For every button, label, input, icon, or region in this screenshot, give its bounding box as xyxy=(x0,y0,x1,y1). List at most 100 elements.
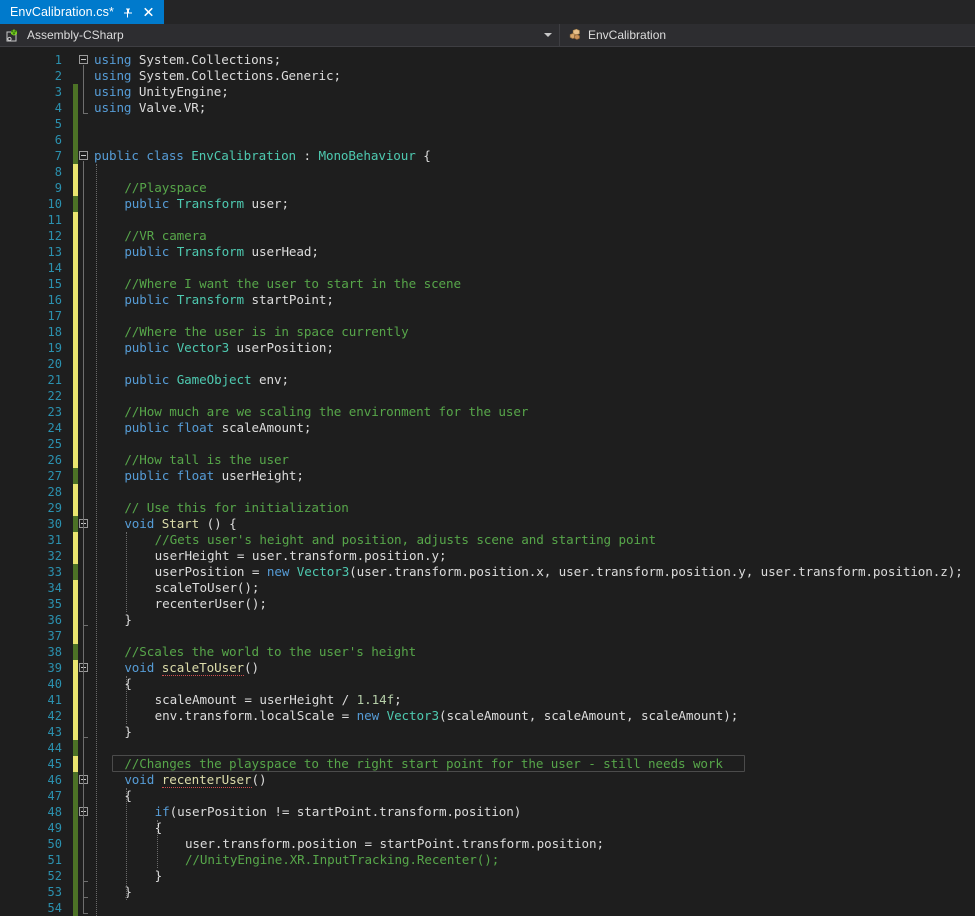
line-number: 31 xyxy=(24,532,62,548)
line-number-gutter: 1234567891011121314151617181920212223242… xyxy=(24,47,66,916)
code-token: userHead; xyxy=(244,244,319,259)
code-line[interactable]: //VR camera xyxy=(124,228,206,244)
code-token: () xyxy=(244,660,259,675)
line-number: 22 xyxy=(24,388,62,404)
type-dropdown[interactable]: EnvCalibration xyxy=(560,24,975,46)
code-line[interactable]: //How tall is the user xyxy=(124,452,289,468)
line-number: 4 xyxy=(24,100,62,116)
fold-guide-end xyxy=(83,913,88,914)
code-line[interactable]: //UnityEngine.XR.InputTracking.Recenter(… xyxy=(185,852,499,868)
code-token: } xyxy=(155,868,162,883)
code-line[interactable]: public Transform user; xyxy=(124,196,289,212)
outlining-margin[interactable] xyxy=(78,47,94,916)
code-token: startPoint; xyxy=(244,292,334,307)
line-number: 25 xyxy=(24,436,62,452)
code-line[interactable]: } xyxy=(124,612,131,628)
code-token: using xyxy=(94,68,131,83)
code-token: public class xyxy=(94,148,191,163)
code-line[interactable]: user.transform.position = startPoint.tra… xyxy=(185,836,604,852)
line-number: 2 xyxy=(24,68,62,84)
code-line[interactable]: using System.Collections; xyxy=(94,52,281,68)
line-number: 49 xyxy=(24,820,62,836)
line-number: 18 xyxy=(24,324,62,340)
code-token: userPosition; xyxy=(229,340,334,355)
code-line[interactable]: //Scales the world to the user's height xyxy=(124,644,416,660)
code-line[interactable]: userHeight = user.transform.position.y; xyxy=(155,548,447,564)
code-token: user.transform.position = startPoint.tra… xyxy=(185,836,604,851)
code-line[interactable]: public class EnvCalibration : MonoBehavi… xyxy=(94,148,431,164)
code-line[interactable]: public float scaleAmount; xyxy=(124,420,311,436)
close-icon[interactable] xyxy=(142,4,156,20)
code-line[interactable]: using UnityEngine; xyxy=(94,84,229,100)
code-token: Transform xyxy=(177,244,244,259)
code-token: env; xyxy=(252,372,289,387)
code-line[interactable]: void scaleToUser() xyxy=(124,660,259,676)
code-token: public xyxy=(124,372,176,387)
line-number: 7 xyxy=(24,148,62,164)
line-number: 28 xyxy=(24,484,62,500)
chevron-down-icon[interactable] xyxy=(544,33,552,37)
code-line[interactable]: public Transform startPoint; xyxy=(124,292,334,308)
pin-icon[interactable] xyxy=(121,4,135,20)
line-number: 17 xyxy=(24,308,62,324)
code-line[interactable]: } xyxy=(155,868,162,884)
line-number: 36 xyxy=(24,612,62,628)
code-token: //Gets user's height and position, adjus… xyxy=(155,532,656,547)
code-line[interactable]: public Vector3 userPosition; xyxy=(124,340,334,356)
code-line[interactable]: if(userPosition != startPoint.transform.… xyxy=(155,804,522,820)
code-line[interactable]: public float userHeight; xyxy=(124,468,304,484)
code-line[interactable]: userPosition = new Vector3(user.transfor… xyxy=(155,564,963,580)
code-line[interactable]: void Start () { xyxy=(124,516,236,532)
code-line[interactable]: // Use this for initialization xyxy=(124,500,348,516)
fold-toggle-icon[interactable] xyxy=(79,151,88,160)
code-token: //How tall is the user xyxy=(124,452,289,467)
fold-toggle-icon[interactable] xyxy=(79,55,88,64)
code-line[interactable]: using Valve.VR; xyxy=(94,100,206,116)
line-number: 44 xyxy=(24,740,62,756)
line-number: 16 xyxy=(24,292,62,308)
line-number: 53 xyxy=(24,884,62,900)
code-line[interactable]: using System.Collections.Generic; xyxy=(94,68,341,84)
fold-guide-line xyxy=(83,161,84,913)
project-dropdown[interactable]: Assembly-CSharp xyxy=(0,24,560,46)
document-tab-title: EnvCalibration.cs* xyxy=(10,5,114,19)
code-token: ; xyxy=(394,692,401,707)
code-token: public xyxy=(124,244,176,259)
code-line[interactable]: recenterUser(); xyxy=(155,596,267,612)
line-number: 54 xyxy=(24,900,62,916)
line-number: 3 xyxy=(24,84,62,100)
code-token: UnityEngine; xyxy=(131,84,228,99)
selection-margin[interactable] xyxy=(0,47,24,916)
document-tab-strip: EnvCalibration.cs* xyxy=(0,0,975,24)
code-line[interactable]: scaleAmount = userHeight / 1.14f; xyxy=(155,692,402,708)
code-token: MonoBehaviour xyxy=(318,148,415,163)
code-line[interactable]: } xyxy=(124,724,131,740)
code-line[interactable]: public GameObject env; xyxy=(124,372,289,388)
document-tab-envcalibration[interactable]: EnvCalibration.cs* xyxy=(0,0,164,24)
code-token: void xyxy=(124,516,161,531)
code-token: Transform xyxy=(177,196,244,211)
code-line[interactable]: //How much are we scaling the environmen… xyxy=(124,404,528,420)
code-line[interactable]: //Gets user's height and position, adjus… xyxy=(155,532,656,548)
fold-guide-end xyxy=(83,737,88,738)
code-line[interactable]: public Transform userHead; xyxy=(124,244,319,260)
line-number: 42 xyxy=(24,708,62,724)
code-token: //UnityEngine.XR.InputTracking.Recenter(… xyxy=(185,852,499,867)
line-number: 29 xyxy=(24,500,62,516)
code-text-area[interactable]: using System.Collections;using System.Co… xyxy=(94,47,975,916)
code-line[interactable]: //Where the user is in space currently xyxy=(124,324,408,340)
code-line[interactable]: //Playspace xyxy=(124,180,206,196)
code-editor[interactable]: 1234567891011121314151617181920212223242… xyxy=(0,47,975,916)
code-line[interactable]: void recenterUser() xyxy=(124,772,266,788)
line-number: 15 xyxy=(24,276,62,292)
line-number: 45 xyxy=(24,756,62,772)
code-line[interactable]: //Where I want the user to start in the … xyxy=(124,276,461,292)
code-line[interactable]: scaleToUser(); xyxy=(155,580,260,596)
line-number: 9 xyxy=(24,180,62,196)
code-line[interactable]: env.transform.localScale = new Vector3(s… xyxy=(155,708,739,724)
code-token: userPosition = xyxy=(155,564,267,579)
code-token: Vector3 xyxy=(387,708,439,723)
code-token: public float xyxy=(124,468,214,483)
code-token: Vector3 xyxy=(177,340,229,355)
line-number: 52 xyxy=(24,868,62,884)
